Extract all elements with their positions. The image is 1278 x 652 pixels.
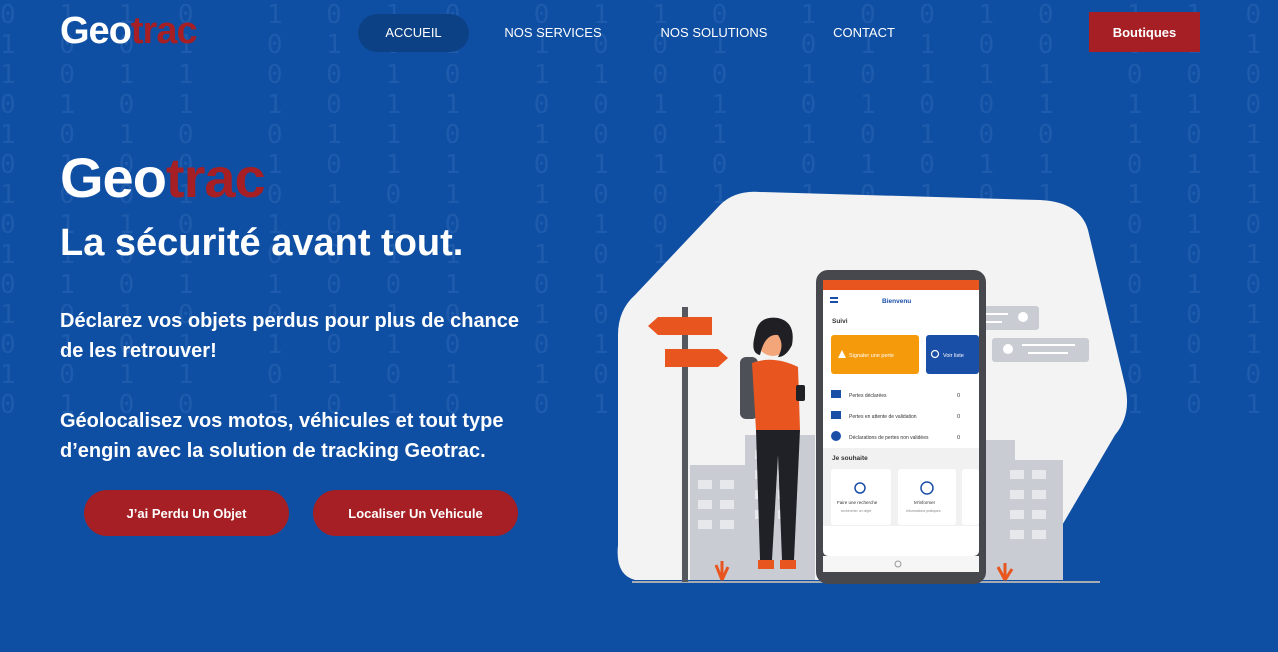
logo-trac: trac <box>130 10 198 52</box>
logo-geo: Geo <box>60 10 132 52</box>
hero-brand-trac: trac <box>165 146 266 209</box>
app-info-card[interactable] <box>898 469 956 525</box>
app-search-card[interactable] <box>831 469 891 525</box>
hero-title: La sécurité avant tout. <box>60 222 464 264</box>
app-info-card-sub: Informations pratiques <box>906 509 941 513</box>
hero-illustration: Bienvenu Suivi Signaler une perte Voir l… <box>617 191 1128 584</box>
nav-accueil[interactable]: ACCUEIL <box>358 14 469 52</box>
nav-contact[interactable]: CONTACT <box>824 14 904 52</box>
hero-brand: Geotrac <box>60 146 266 210</box>
location-pin-icon <box>1018 312 1028 322</box>
app-row-invalid-count: 0 <box>957 435 960 441</box>
nav-services[interactable]: NOS SERVICES <box>498 14 608 52</box>
hero-brand-geo: Geo <box>60 146 167 209</box>
logo[interactable]: Geotrac <box>60 10 198 53</box>
location-pin-icon <box>1003 344 1013 354</box>
phone-mockup: Bienvenu Suivi Signaler une perte Voir l… <box>816 270 986 584</box>
app-row-pending-count: 0 <box>957 414 960 420</box>
nav-solutions[interactable]: NOS SOLUTIONS <box>654 14 774 52</box>
sign-arrow-right <box>665 349 728 367</box>
app-list-tile-label: Voir liste <box>943 353 964 359</box>
app-row-declared: Pertes déclarées <box>849 393 887 399</box>
info-icon <box>831 431 841 441</box>
hero-paragraph-lost: Déclarez vos objets perdus pour plus de … <box>60 310 520 362</box>
app-report-tile-label: Signaler une perte <box>849 353 894 359</box>
app-row-invalid: Déclarations de pertes non validées <box>849 435 929 441</box>
boutiques-button[interactable]: Boutiques <box>1089 12 1200 52</box>
sign-post <box>682 307 688 582</box>
app-info-card-title: M'informer <box>914 500 936 505</box>
app-section-wish: Je souhaite <box>832 455 868 462</box>
declared-icon <box>831 390 841 398</box>
sign-arrow-left <box>648 317 712 335</box>
app-row-declared-count: 0 <box>957 393 960 399</box>
app-search-card-sub: rechercher un objet <box>841 509 871 513</box>
app-row-pending: Pertes en attente de validation <box>849 414 917 420</box>
lost-object-button[interactable]: J’ai Perdu Un Objet <box>84 490 289 536</box>
app-header-title: Bienvenu <box>882 298 911 305</box>
locate-vehicle-button[interactable]: Localiser Un Vehicule <box>313 490 518 536</box>
hero-paragraph-tracking: Géolocalisez vos motos, véhicules et tou… <box>60 410 504 462</box>
app-search-card-title: Faire une recherche <box>837 500 878 505</box>
pending-icon <box>831 411 841 419</box>
app-section-suivi: Suivi <box>832 318 848 325</box>
